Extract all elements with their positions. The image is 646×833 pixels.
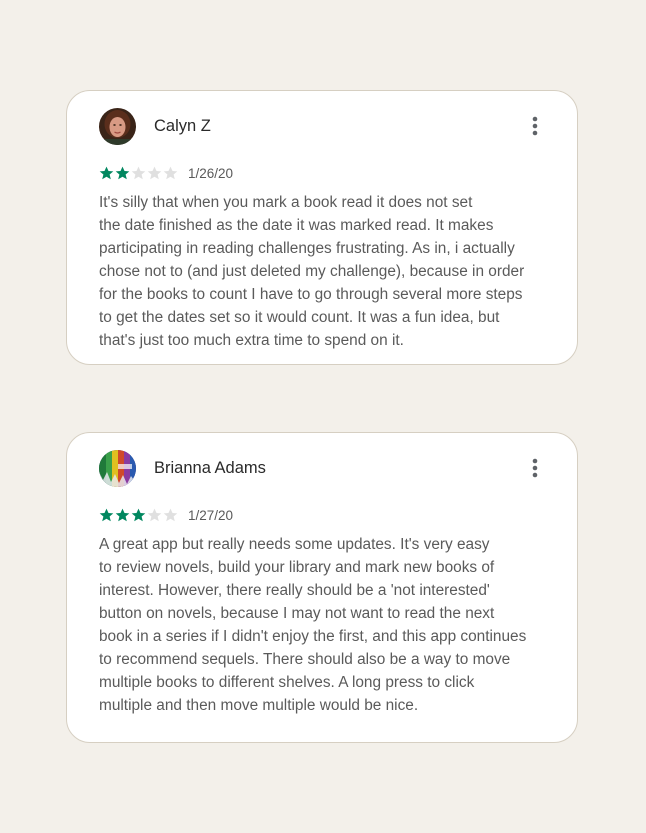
star-rating — [99, 508, 178, 522]
review-text-line: to review novels, build your library and… — [99, 559, 495, 576]
star-empty-icon — [147, 508, 162, 522]
more-vert-icon — [532, 116, 538, 136]
review-text-line: It's silly that when you mark a book rea… — [99, 194, 473, 211]
review-date: 1/26/20 — [188, 165, 234, 181]
star-empty-icon — [131, 166, 146, 180]
review-text-line: participating in reading challenges frus… — [99, 240, 515, 257]
review-text-line: multiple and then move multiple would be… — [99, 697, 419, 714]
reviewer-name: Calyn Z — [154, 117, 211, 135]
review-text: A great app but really needs some update… — [99, 533, 559, 717]
rating-row: 1/26/20 — [99, 165, 233, 181]
review-card: Calyn Z 1/26/20 It's silly that when you… — [66, 90, 578, 365]
reviewer-avatar — [99, 108, 136, 145]
star-empty-icon — [147, 166, 162, 180]
review-text-line: A great app but really needs some update… — [99, 536, 490, 553]
review-text-line: interest. However, there really should b… — [99, 582, 490, 599]
star-filled-icon — [115, 508, 130, 522]
review-text-line: button on novels, because I may not want… — [99, 605, 495, 622]
more-options-button[interactable] — [523, 455, 547, 481]
review-card: Brianna Adams 1/27/20 A great app but re… — [66, 432, 578, 743]
star-filled-icon — [115, 166, 130, 180]
star-filled-icon — [99, 166, 114, 180]
review-date: 1/27/20 — [188, 507, 234, 523]
review-text-line: that's just too much extra time to spend… — [99, 332, 404, 349]
review-text-line: book in a series if I didn't enjoy the f… — [99, 628, 527, 645]
rating-row: 1/27/20 — [99, 507, 233, 523]
star-filled-icon — [99, 508, 114, 522]
reviewer-name: Brianna Adams — [154, 459, 266, 477]
review-text-line: the date finished as the date it was mar… — [99, 217, 494, 234]
star-empty-icon — [163, 508, 178, 522]
review-text-line: to recommend sequels. There should also … — [99, 651, 511, 668]
more-options-button[interactable] — [523, 113, 547, 139]
star-rating — [99, 166, 178, 180]
review-text-line: for the books to count I have to go thro… — [99, 286, 523, 303]
review-text: It's silly that when you mark a book rea… — [99, 191, 559, 352]
review-text-line: chose not to (and just deleted my challe… — [99, 263, 525, 280]
star-empty-icon — [163, 166, 178, 180]
reviewer-avatar — [99, 450, 136, 487]
review-text-line: multiple books to different shelves. A l… — [99, 674, 475, 691]
review-text-line: to get the dates set so it would count. … — [99, 309, 500, 326]
more-vert-icon — [532, 458, 538, 478]
star-filled-icon — [131, 508, 146, 522]
